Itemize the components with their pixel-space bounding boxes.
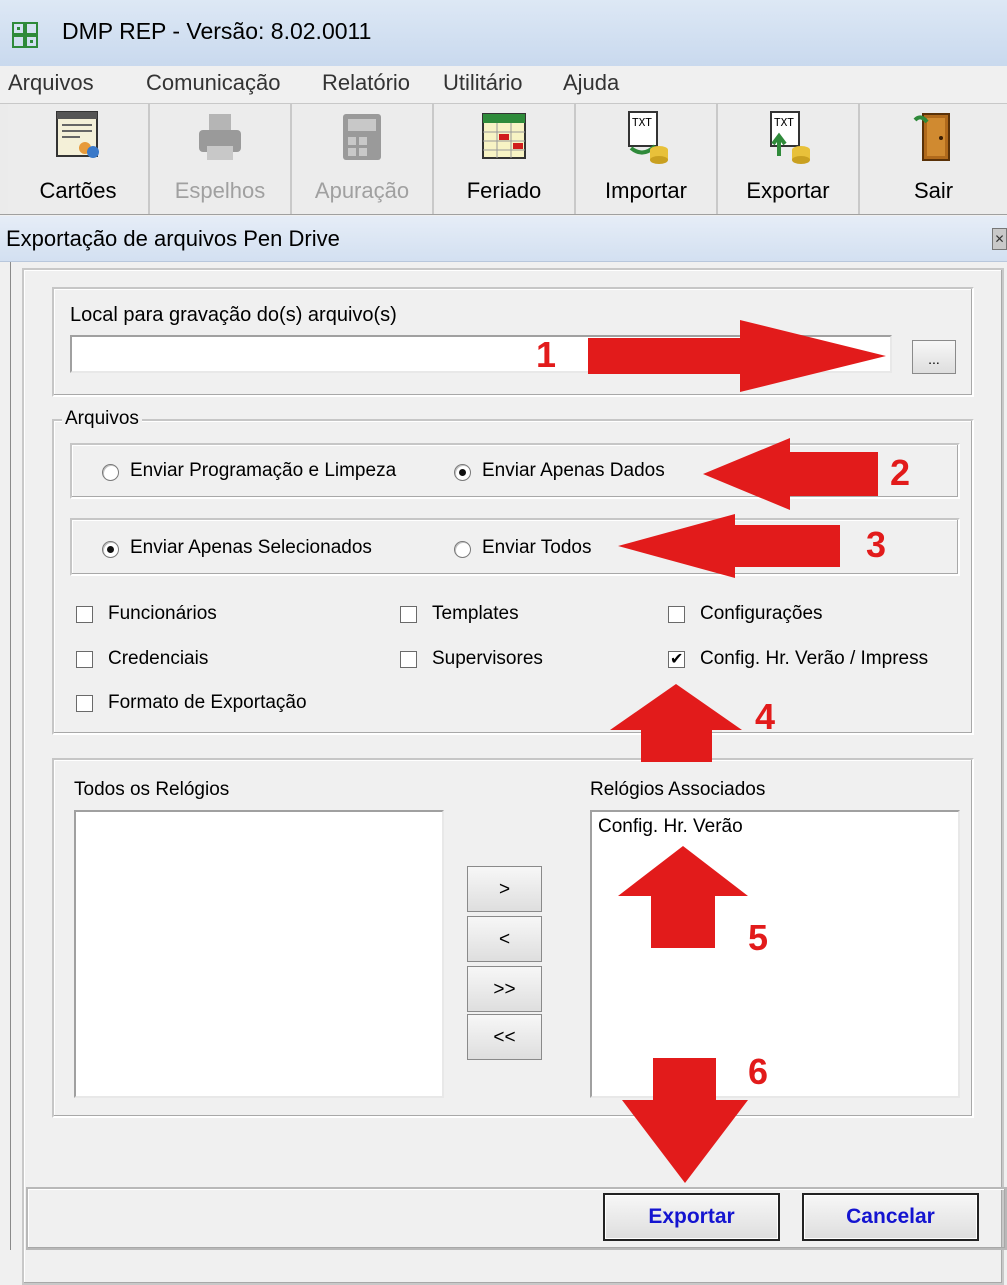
- radio-apenas-dados[interactable]: [454, 464, 471, 481]
- app-logo-icon: [12, 22, 38, 48]
- toolbar-button-sair[interactable]: Sair: [860, 104, 1007, 214]
- browse-button[interactable]: ...: [912, 340, 956, 374]
- toolbar-label: Espelhos: [174, 178, 266, 203]
- toolbar-button-importar[interactable]: TXT Importar: [576, 104, 718, 214]
- checkbox-funcionarios-label: Funcionários: [108, 603, 217, 624]
- list-item[interactable]: Config. Hr. Verão: [598, 816, 743, 838]
- toolbar-label: Importar: [605, 178, 687, 203]
- move-selected-right-button[interactable]: >: [467, 866, 542, 912]
- txt-import-icon: TXT: [628, 111, 668, 164]
- toolbar-label: Cartões: [39, 178, 117, 203]
- menu-relatorio[interactable]: Relatório: [322, 70, 410, 96]
- annotation-step-4: 4: [755, 696, 776, 737]
- calendar-icon: [482, 113, 526, 159]
- radio-apenas-selecionados-label: Enviar Apenas Selecionados: [130, 537, 372, 558]
- menu-arquivos[interactable]: Arquivos: [8, 70, 94, 96]
- checkbox-supervisores-label: Supervisores: [432, 648, 543, 669]
- txt-export-icon: TXT: [770, 111, 810, 164]
- radio-apenas-selecionados[interactable]: [102, 541, 119, 558]
- menu-ajuda[interactable]: Ajuda: [563, 70, 619, 96]
- associated-clocks-list[interactable]: [590, 810, 960, 1098]
- checkbox-config-hr-verao[interactable]: [668, 649, 685, 669]
- toolbar-button-exportar[interactable]: TXT Exportar: [718, 104, 860, 214]
- checkbox-templates[interactable]: [400, 606, 417, 623]
- printer-icon: [199, 114, 241, 160]
- window-title: DMP REP - Versão: 8.02.0011: [62, 18, 372, 44]
- export-button[interactable]: Exportar: [603, 1193, 780, 1241]
- radio-programacao-limpeza-label: Enviar Programação e Limpeza: [130, 460, 397, 481]
- toolbar-button-apuracao[interactable]: Apuração: [292, 104, 434, 214]
- checkbox-funcionarios[interactable]: [76, 606, 93, 623]
- checkbox-templates-label: Templates: [432, 603, 519, 624]
- all-clocks-list[interactable]: [74, 810, 444, 1098]
- radio-enviar-todos[interactable]: [454, 541, 471, 558]
- all-clocks-label: Todos os Relógios: [74, 779, 230, 800]
- checkbox-configuracoes[interactable]: [668, 606, 685, 623]
- toolbar-button-cartoes[interactable]: Cartões: [8, 104, 150, 214]
- menu-comunicacao[interactable]: Comunicação: [146, 70, 281, 96]
- toolbar-label: Feriado: [466, 178, 542, 203]
- checkbox-configuracoes-label: Configurações: [700, 603, 823, 624]
- annotation-step-3: 3: [866, 524, 887, 565]
- dialog-close-button[interactable]: ✕: [992, 228, 1007, 250]
- move-all-left-button[interactable]: <<: [467, 1014, 542, 1060]
- checkbox-credenciais[interactable]: [76, 651, 93, 668]
- checkbox-credenciais-label: Credenciais: [108, 648, 209, 669]
- annotation-step-2: 2: [890, 452, 911, 493]
- checkbox-supervisores[interactable]: [400, 651, 417, 668]
- annotation-step-1: 1: [536, 334, 557, 375]
- move-all-right-button[interactable]: >>: [467, 966, 542, 1012]
- radio-programacao-limpeza[interactable]: [102, 464, 119, 481]
- radio-enviar-todos-label: Enviar Todos: [482, 537, 592, 558]
- exit-door-icon: [913, 113, 950, 161]
- svg-text:TXT: TXT: [774, 116, 794, 129]
- toolbar-button-feriado[interactable]: Feriado: [434, 104, 576, 214]
- path-input[interactable]: [70, 335, 892, 373]
- calculator-icon: [343, 114, 381, 160]
- toolbar-label: Apuração: [314, 178, 410, 203]
- associated-clocks-label: Relógios Associados: [590, 779, 766, 800]
- radio-apenas-dados-label: Enviar Apenas Dados: [482, 460, 665, 481]
- toolbar-label: Exportar: [746, 178, 830, 203]
- checkbox-formato-exportacao-label: Formato de Exportação: [108, 692, 307, 713]
- path-label: Local para gravação do(s) arquivo(s): [70, 304, 397, 326]
- checkbox-formato-exportacao[interactable]: [76, 695, 93, 712]
- cancel-button[interactable]: Cancelar: [802, 1193, 979, 1241]
- annotation-step-5: 5: [748, 917, 769, 958]
- move-selected-left-button[interactable]: <: [467, 916, 542, 962]
- annotation-step-6: 6: [748, 1051, 769, 1092]
- dialog-title: Exportação de arquivos Pen Drive: [6, 226, 340, 251]
- cards-icon: [56, 111, 99, 158]
- svg-text:TXT: TXT: [632, 116, 652, 129]
- toolbar-label: Sair: [913, 178, 954, 203]
- menu-utilitario[interactable]: Utilitário: [443, 70, 522, 96]
- checkbox-config-hr-verao-label: Config. Hr. Verão / Impress: [700, 648, 929, 669]
- arquivos-legend: Arquivos: [62, 408, 142, 430]
- toolbar-button-espelhos[interactable]: Espelhos: [150, 104, 292, 214]
